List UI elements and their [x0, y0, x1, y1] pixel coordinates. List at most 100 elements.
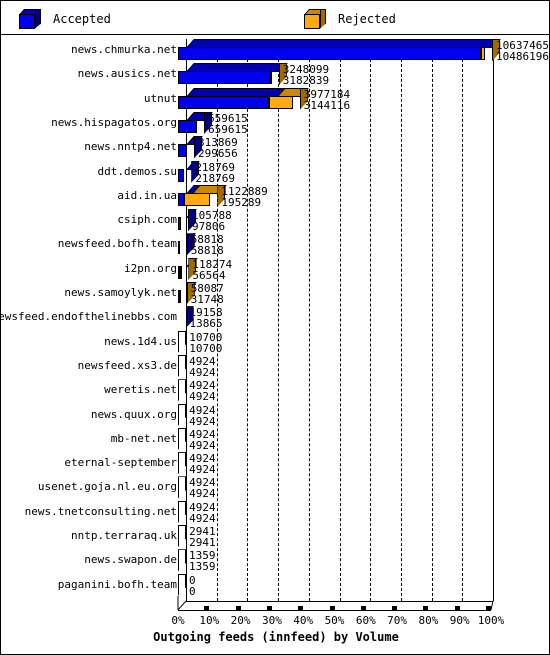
stacked-bar — [178, 39, 501, 61]
bar-value-accepted: 0 — [189, 584, 196, 598]
stacked-bar — [178, 184, 227, 207]
cube-side-face — [320, 8, 326, 29]
bar-value-labels: 00 — [189, 575, 196, 597]
bar-category-label: news.swapon.de — [84, 553, 177, 567]
table-row[interactable]: newsfeed.bofh.team 58818 58818 — [1, 233, 550, 256]
table-row[interactable]: csiph.com 105788 97806 — [1, 209, 550, 234]
stacked-bar — [178, 87, 309, 110]
bar-value-total: 4924 — [189, 403, 216, 417]
table-row[interactable]: mb-net.net 4924 4924 — [1, 427, 550, 452]
bar-category-label: utnut — [143, 91, 177, 105]
bar-value-labels: 58818 58818 — [191, 234, 224, 256]
bar-value-accepted: 13865 — [189, 317, 223, 331]
table-row[interactable]: news.tnetconsulting.net 4924 4924 — [1, 500, 550, 524]
bar-segment-accepted — [178, 71, 270, 85]
bar-category-label: newsfeed.xs3.de — [77, 358, 177, 372]
table-row[interactable]: news.chmurka.net 10637465 10486196 — [1, 39, 550, 63]
x-axis-title: Outgoing feeds (innfeed) by Volume — [153, 629, 399, 644]
bar-segment-accepted — [178, 144, 187, 158]
cube-side-face — [35, 8, 41, 29]
legend-item-rejected: Rejected — [304, 1, 396, 36]
bar-value-labels: 4924 4924 — [189, 380, 216, 402]
table-row[interactable]: usenet.goja.nl.eu.org 4924 4924 — [1, 476, 550, 501]
bar-segment-accepted — [178, 217, 181, 231]
x-tick-mark — [486, 605, 491, 610]
table-row[interactable]: i2pn.org 118274 56564 — [1, 257, 550, 281]
table-row[interactable]: news.quux.org 4924 4924 — [1, 403, 550, 427]
bar-value-accepted: 31748 — [190, 293, 224, 306]
bar-value-accepted: 97806 — [192, 220, 226, 234]
cube-front-face — [304, 13, 320, 29]
bar-category-label: eternal-september — [64, 456, 177, 470]
bar-segment-rejected — [269, 71, 272, 85]
x-tick-mark — [235, 605, 241, 610]
bar-segment-rejected — [480, 47, 485, 60]
table-row[interactable]: news.nntp4.net 313869 299656 — [1, 136, 550, 159]
axis-front-h — [178, 609, 491, 611]
bar-category-label: news.chmurka.net — [71, 43, 177, 56]
cube-icon-accepted — [19, 8, 41, 29]
bar-value-accepted: 4924 — [189, 511, 216, 525]
bar-category-label: newsfeed.bofh.team — [57, 237, 177, 251]
table-row[interactable]: ddt.demos.su 218769 218769 — [1, 160, 550, 184]
bar-value-accepted: 2941 — [189, 536, 216, 549]
bar-value-labels: 1122889 195289 — [221, 186, 267, 208]
table-row[interactable]: weretis.net 4924 4924 — [1, 379, 550, 402]
bar-zero-sliver — [178, 476, 186, 499]
table-row[interactable]: news.1d4.us 10700 10700 — [1, 330, 550, 355]
bar-value-labels: 1359 1359 — [189, 550, 216, 572]
bar-value-accepted: 56564 — [192, 268, 226, 282]
bar-segment-accepted — [178, 168, 185, 182]
bar-value-labels: 4924 4924 — [189, 502, 216, 524]
bar-value-accepted: 10486196 — [496, 50, 549, 63]
bar-value-labels: 4924 4924 — [189, 356, 216, 378]
x-tick-mark — [298, 605, 304, 610]
table-row[interactable]: news.swapon.de 1359 1359 — [1, 549, 550, 572]
bar-value-total: 218769 — [195, 160, 236, 174]
stacked-bar — [178, 63, 288, 86]
bar-value-accepted: 4924 — [189, 438, 216, 452]
bar-value-accepted: 3182839 — [282, 74, 330, 88]
bar-value-labels: 313869 299656 — [198, 137, 238, 159]
x-tick-mark — [392, 605, 398, 610]
table-row[interactable]: utnut 3977184 3144116 — [1, 87, 550, 111]
bar-category-label: news.quux.org — [90, 407, 177, 421]
bar-value-labels: 3977184 3144116 — [304, 89, 350, 111]
bar-segment-rejected — [268, 95, 293, 109]
bar-category-label: aid.in.ua — [117, 188, 177, 202]
table-row[interactable]: paganini.bofh.team 0 0 — [1, 573, 550, 597]
bar-zero-sliver — [178, 573, 186, 596]
bar-category-label: ddt.demos.su — [97, 164, 177, 178]
legend-label-accepted: Accepted — [53, 11, 111, 26]
bar-segment-accepted — [178, 119, 198, 133]
bar-category-label: newsfeed.endofthelinebbs.com — [0, 310, 177, 324]
bar-category-label: weretis.net — [104, 383, 177, 397]
bar-category-label: mb-net.net — [110, 431, 177, 445]
bar-zero-sliver — [178, 330, 186, 353]
bar-category-label: csiph.com — [117, 213, 177, 227]
bar-value-total: 3977184 — [303, 87, 351, 101]
bar-category-label: news.nntp4.net — [84, 140, 177, 154]
bar-value-accepted: 659615 — [208, 122, 248, 136]
table-row[interactable]: news.hispagatos.org 659615 659615 — [1, 111, 550, 136]
bar-value-accepted: 195289 — [221, 195, 262, 209]
x-tick-mark — [423, 605, 429, 610]
bar-value-labels: 118274 56564 — [192, 259, 232, 281]
table-row[interactable]: news.samoylyk.net 58087 31748 — [1, 282, 550, 306]
bar-category-label: news.samoylyk.net — [64, 286, 177, 299]
bar-zero-sliver — [178, 379, 186, 402]
table-row[interactable]: news.ausics.net 3248099 3182839 — [1, 63, 550, 88]
bar-value-accepted: 10700 — [189, 341, 223, 355]
bar-value-labels: 19158 13865 — [190, 307, 223, 329]
bar-value-total: 10700 — [189, 330, 223, 344]
table-row[interactable]: eternal-september 4924 4924 — [1, 452, 550, 475]
bar-value-accepted: 4924 — [189, 487, 216, 501]
table-row[interactable]: newsfeed.xs3.de 4924 4924 — [1, 354, 550, 378]
table-row[interactable]: nntp.terraraq.uk 2941 2941 — [1, 525, 550, 549]
bar-category-label: i2pn.org — [124, 261, 177, 275]
table-row[interactable]: newsfeed.endofthelinebbs.com 19158 13865 — [0, 306, 550, 329]
bar-value-total: 0 — [189, 573, 196, 587]
chart-root: Accepted Rejected news.chmurka.net 106374… — [0, 0, 550, 655]
table-row[interactable]: aid.in.ua 1122889 195289 — [1, 184, 550, 208]
x-tick-label: 100% — [477, 613, 505, 627]
